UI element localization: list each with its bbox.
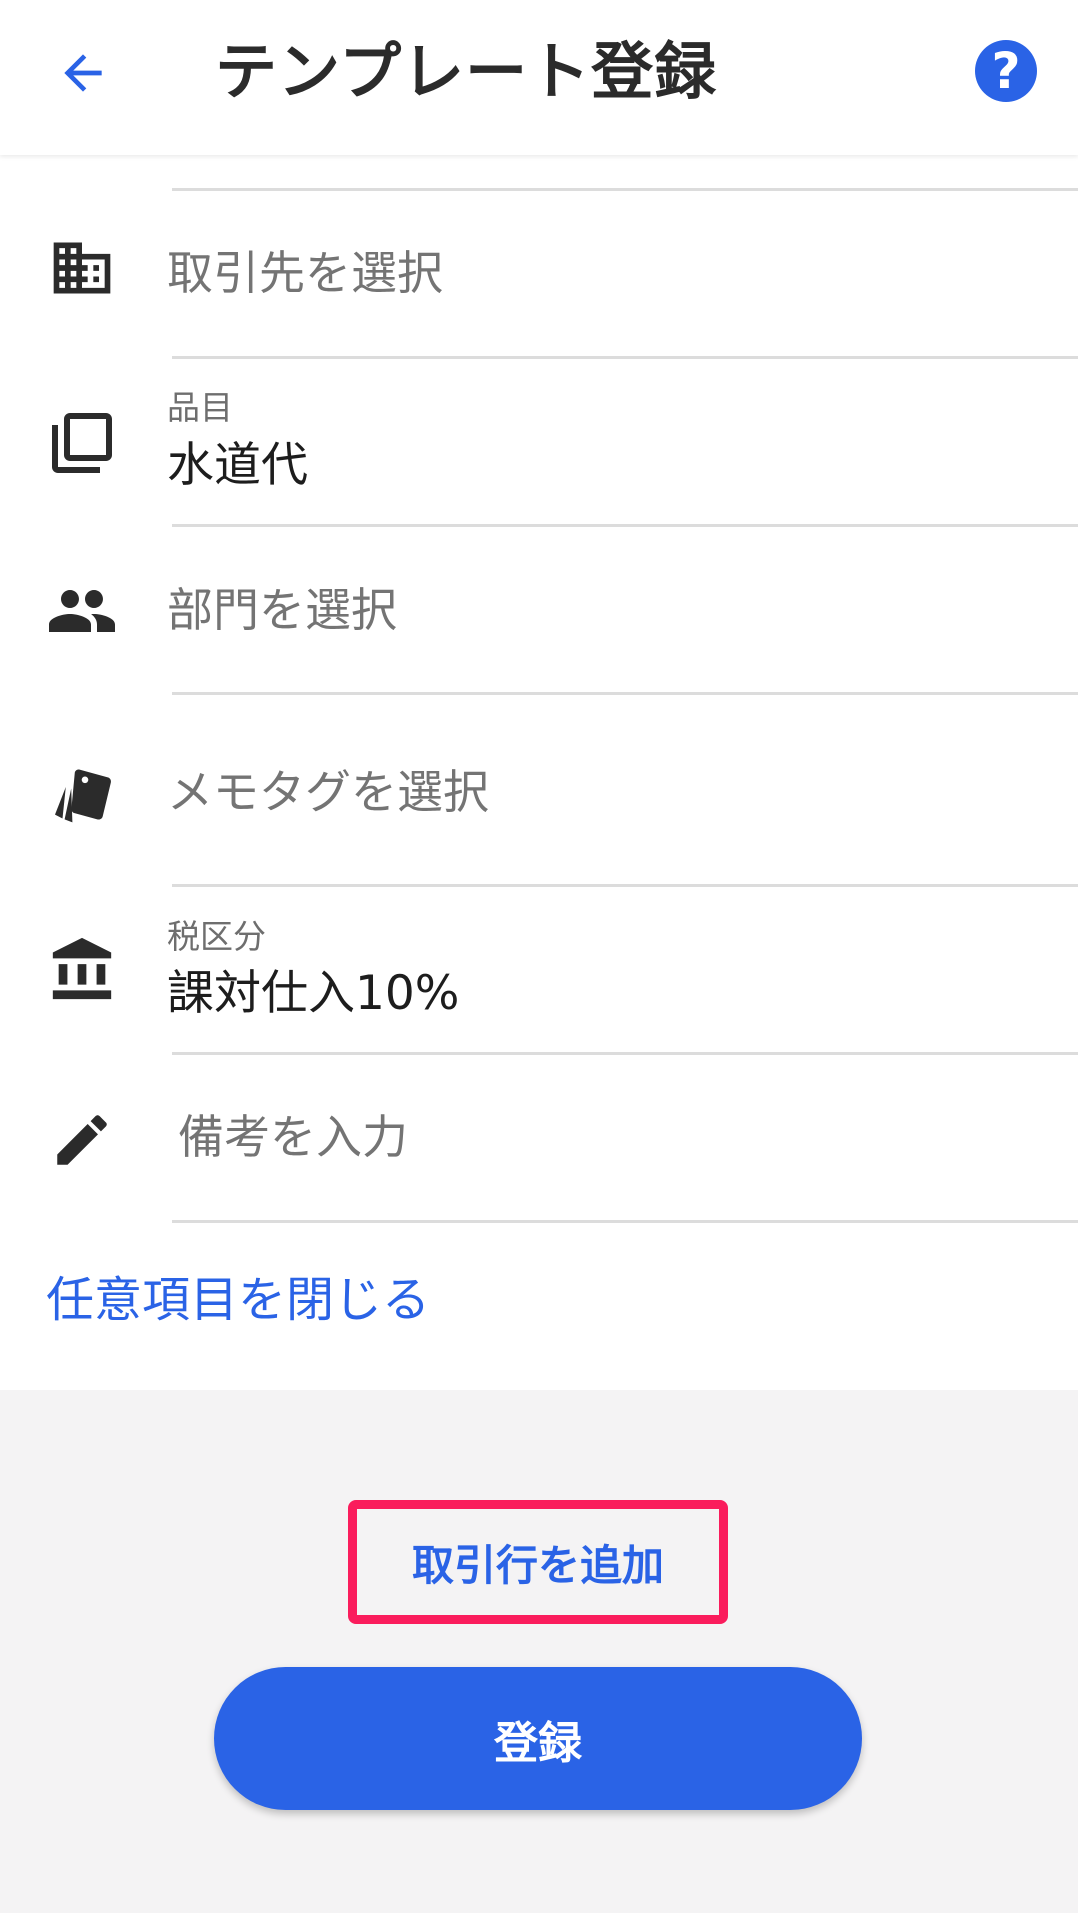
partner-placeholder: 取引先を選択 (167, 246, 443, 300)
divider (172, 356, 1078, 359)
building-icon (44, 230, 120, 306)
tax-value: 課対仕入10% (167, 966, 460, 1021)
tag-cards-icon (44, 755, 120, 831)
remarks-input[interactable]: 備考を入力 (178, 1107, 408, 1167)
divider (172, 884, 1078, 887)
arrow-left-icon (64, 54, 102, 92)
copy-icon (44, 405, 120, 481)
divider (172, 188, 1078, 191)
add-transaction-row-button[interactable]: 取引行を追加 (348, 1500, 728, 1624)
help-button[interactable]: ? (975, 40, 1037, 102)
department-placeholder: 部門を選択 (167, 583, 397, 637)
item-label: 品目 (167, 388, 233, 427)
app-bar: テンプレート登録 ? (0, 0, 1078, 155)
item-value: 水道代 (167, 438, 308, 493)
divider (172, 1052, 1078, 1055)
divider (172, 524, 1078, 527)
divider (172, 1220, 1078, 1223)
pencil-icon (44, 1102, 120, 1178)
tax-label: 税区分 (167, 917, 266, 956)
back-button[interactable] (48, 38, 118, 108)
page-title: テンプレート登録 (215, 35, 718, 108)
people-icon (44, 573, 120, 649)
memo-tag-placeholder: メモタグを選択 (167, 765, 489, 819)
register-button[interactable]: 登録 (214, 1667, 862, 1810)
bank-icon (44, 932, 120, 1008)
close-optional-items-link[interactable]: 任意項目を閉じる (46, 1270, 430, 1330)
help-circle-icon: ? (991, 42, 1021, 100)
form-card: 取引先を選択 品目 水道代 部門を選択 メモタグを選択 税区分 課対仕入10% … (0, 155, 1078, 1390)
divider (172, 692, 1078, 695)
